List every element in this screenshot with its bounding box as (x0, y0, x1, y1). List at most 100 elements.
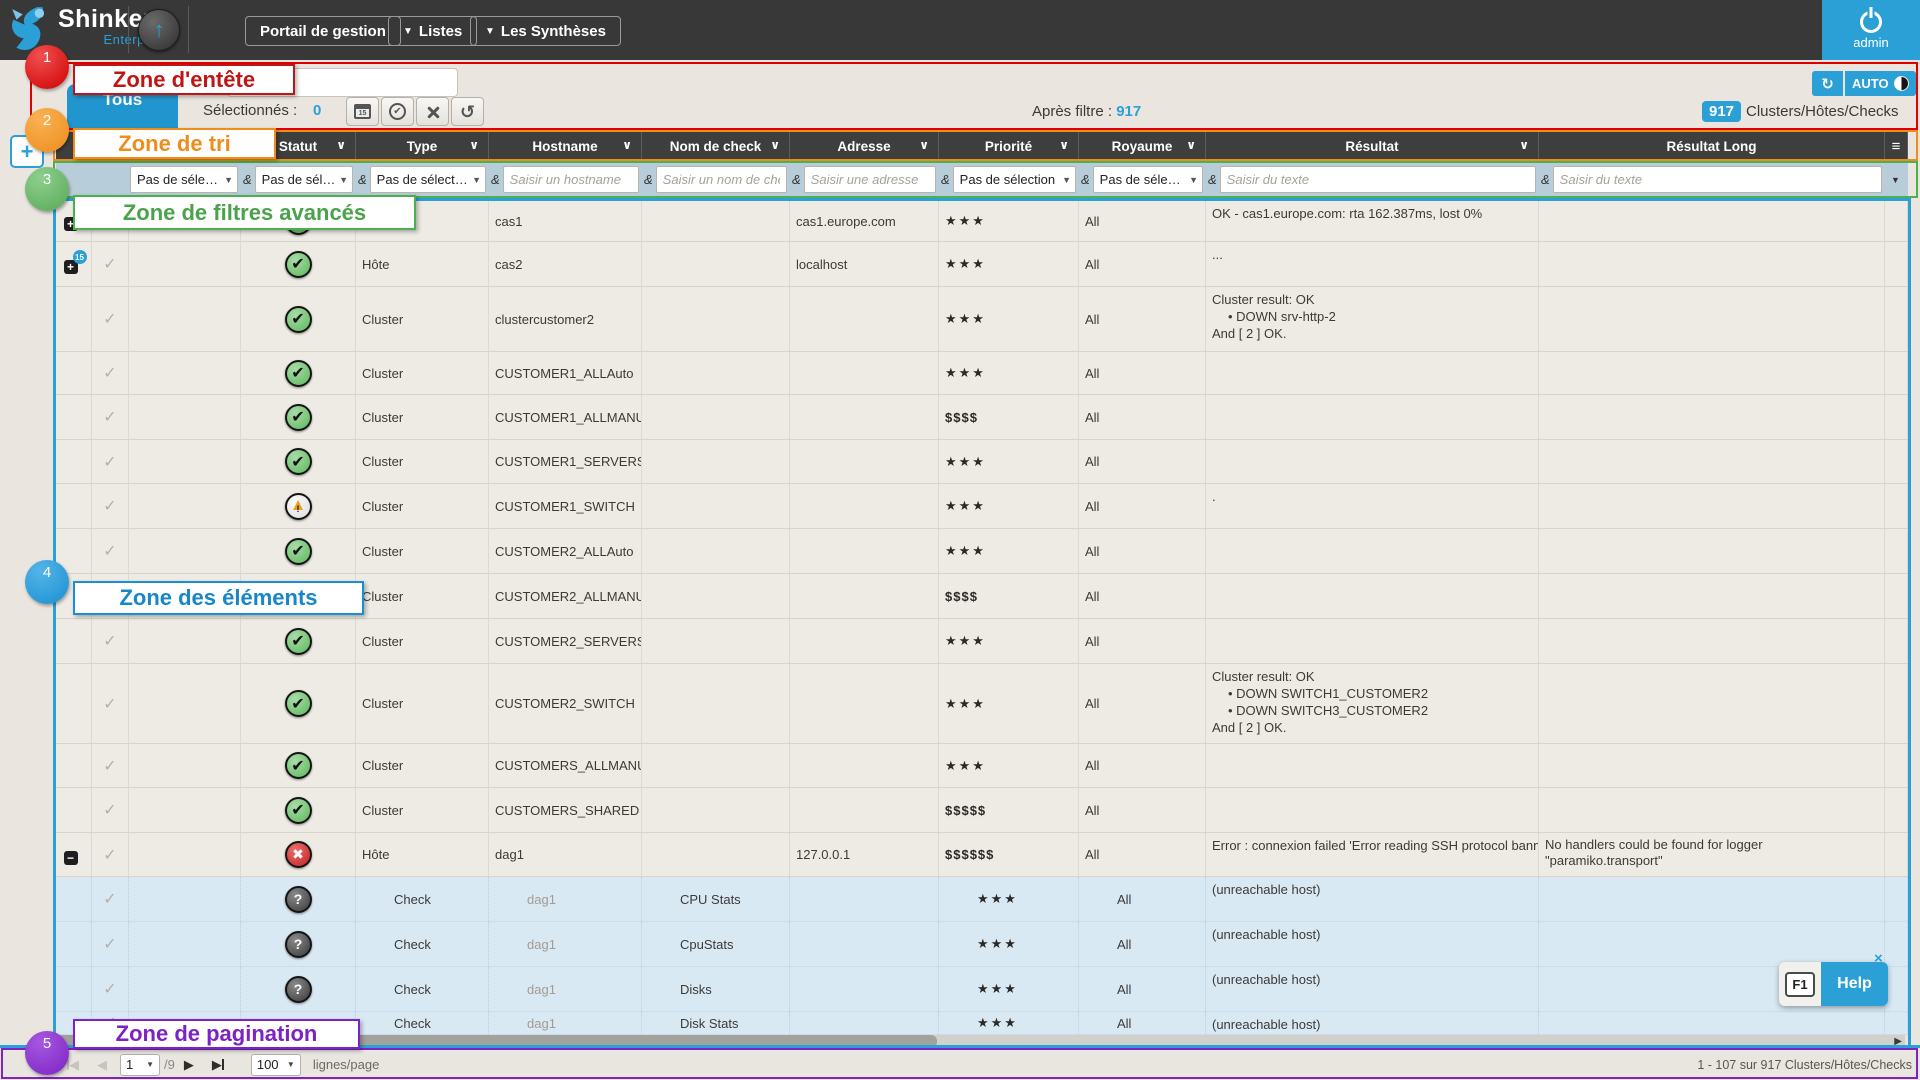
row-check-icon[interactable]: ✓ (103, 631, 116, 651)
help-close-icon[interactable]: × (1874, 950, 1883, 967)
row-check-icon[interactable]: ✓ (103, 496, 116, 516)
table-row[interactable]: ✓?Checkdag1CPU Stats★★★All(unreachable h… (56, 877, 1908, 922)
column-header-roy[interactable]: Royaume∨ (1079, 131, 1206, 161)
result-cell (1206, 395, 1539, 439)
filter-select-blank[interactable]: Pas de sélection▼ (130, 166, 238, 193)
row-check-icon[interactable]: ✓ (103, 979, 116, 999)
sort-chevron-icon[interactable]: ∨ (919, 138, 929, 152)
filter-input-check[interactable] (656, 166, 787, 193)
row-select-cell[interactable]: ✓ (92, 967, 129, 1011)
table-row[interactable]: ✓?Checkdag1Disks★★★All(unreachable host) (56, 967, 1908, 1012)
row-select-cell[interactable]: ✓ (92, 287, 129, 351)
table-row[interactable]: ✓✔Clusterclustercustomer2★★★AllCluster r… (56, 287, 1908, 352)
table-row[interactable]: ✓✔ClusterCUSTOMER2_SWITCH★★★AllCluster r… (56, 664, 1908, 744)
table-row[interactable]: ✓✔ClusterCUSTOMER1_ALLAuto★★★All (56, 352, 1908, 395)
sort-chevron-icon[interactable]: ∨ (1186, 138, 1196, 152)
nav-listes[interactable]: ▼ Listes (388, 16, 477, 46)
row-menu-cell (1885, 922, 1908, 966)
filter-scroll-icon[interactable]: ▼ (1891, 175, 1900, 185)
undo-button[interactable]: ↺ (451, 97, 484, 126)
filter-input-reslong[interactable] (1553, 166, 1882, 193)
table-row[interactable]: ✓✔ClusterCUSTOMER2_ALLAuto★★★All (56, 529, 1908, 574)
column-header-host[interactable]: Hostname∨ (489, 131, 642, 161)
sort-chevron-icon[interactable]: ∨ (1059, 138, 1069, 152)
first-page-button[interactable]: ◀ (67, 1057, 79, 1073)
table-row[interactable]: ✓✔ClusterCUSTOMER1_ALLMANU$$$$All (56, 395, 1908, 440)
row-select-cell[interactable]: ✓ (92, 484, 129, 528)
table-row[interactable]: ✓✔ClusterCUSTOMERS_SHARED$$$$$All (56, 788, 1908, 833)
row-select-cell[interactable]: ✓ (92, 529, 129, 573)
table-row[interactable]: ✓?Checkdag1CpuStats★★★All(unreachable ho… (56, 922, 1908, 967)
column-menu-button[interactable]: ≡ (1885, 131, 1908, 161)
help-widget[interactable]: F1 Help (1779, 962, 1888, 1006)
nav-les-syntheses[interactable]: ▼ Les Synthèses (470, 16, 621, 46)
refresh-button[interactable]: ↻ (1812, 71, 1843, 96)
auto-refresh-toggle[interactable]: AUTO (1845, 71, 1916, 96)
table-row[interactable]: +15✓✔Hôtecas2localhost★★★All... (56, 242, 1908, 287)
row-check-icon[interactable]: ✓ (103, 800, 116, 820)
row-check-icon[interactable]: ✓ (103, 452, 116, 472)
per-page-select[interactable]: 100 ▼ (251, 1054, 301, 1076)
column-header-adr[interactable]: Adresse∨ (790, 131, 939, 161)
filter-select-type[interactable]: Pas de sélection▼ (370, 166, 486, 193)
filter-select-statut[interactable]: Pas de sélection▼ (255, 166, 353, 193)
column-header-res[interactable]: Résultat∨ (1206, 131, 1539, 161)
column-header-prio[interactable]: Priorité∨ (939, 131, 1079, 161)
sort-chevron-icon[interactable]: ∨ (622, 138, 632, 152)
sort-chevron-icon[interactable]: ∨ (469, 138, 479, 152)
row-check-icon[interactable]: ✓ (103, 934, 116, 954)
row-check-icon[interactable]: ✓ (103, 889, 116, 909)
table-row[interactable]: −✓✖Hôtedag1127.0.0.1$$$$$$AllError : con… (56, 833, 1908, 877)
row-select-cell[interactable]: ✓ (92, 440, 129, 483)
sort-chevron-icon[interactable]: ∨ (336, 138, 346, 152)
row-select-cell[interactable]: ✓ (92, 395, 129, 439)
result-long-cell (1539, 529, 1885, 573)
row-check-icon[interactable]: ✓ (103, 845, 116, 865)
row-check-icon[interactable]: ✓ (103, 309, 116, 329)
sort-chevron-icon[interactable]: ∨ (1519, 138, 1529, 152)
row-check-icon[interactable]: ✓ (103, 694, 116, 714)
filter-select-roy[interactable]: Pas de sélection▼ (1093, 166, 1203, 193)
acknowledge-button[interactable]: ✔ (381, 97, 414, 126)
row-select-cell[interactable]: ✓ (92, 833, 129, 876)
row-check-icon[interactable]: ✓ (103, 363, 116, 383)
table-row[interactable]: ✓✔ClusterCUSTOMER1_SERVERS★★★All (56, 440, 1908, 484)
column-header-type[interactable]: Type∨ (356, 131, 489, 161)
row-select-cell[interactable]: ✓ (92, 619, 129, 663)
row-select-cell[interactable]: ✓ (92, 242, 129, 286)
table-row[interactable]: ✓▲!ClusterCUSTOMER1_SWITCH★★★All. (56, 484, 1908, 529)
column-header-reslong[interactable]: Résultat Long (1539, 131, 1885, 161)
column-header-check[interactable]: Nom de check∨ (642, 131, 790, 161)
row-realm: All (1085, 803, 1099, 818)
result-line: And [ 2 ] OK. (1212, 325, 1532, 342)
calendar-button[interactable]: 15 (346, 97, 379, 126)
row-select-cell[interactable]: ✓ (92, 352, 129, 394)
collapse-row-button[interactable]: − (64, 851, 78, 865)
row-select-cell[interactable]: ✓ (92, 788, 129, 832)
row-check-icon[interactable]: ✓ (103, 756, 116, 776)
filter-input-adr[interactable] (804, 166, 936, 193)
row-check-icon[interactable]: ✓ (103, 407, 116, 427)
result-long-cell (1539, 242, 1885, 286)
table-row[interactable]: ✓✔ClusterCUSTOMER2_SERVERS★★★All (56, 619, 1908, 664)
page-select[interactable]: 1 ▼ (120, 1054, 160, 1076)
filter-input-res[interactable] (1220, 166, 1536, 193)
nav-portail-de-gestion[interactable]: Portail de gestion (245, 16, 401, 46)
row-select-cell[interactable]: ✓ (92, 744, 129, 787)
admin-user-button[interactable]: admin (1822, 0, 1920, 60)
next-page-button[interactable]: ▶ (184, 1057, 194, 1073)
tools-button[interactable] (416, 97, 449, 126)
row-select-cell[interactable]: ✓ (92, 877, 129, 921)
last-page-button[interactable]: ▶ (212, 1057, 224, 1073)
filter-input-host[interactable] (503, 166, 639, 193)
row-select-cell[interactable]: ✓ (92, 922, 129, 966)
scroll-top-button[interactable]: ↑ (138, 9, 180, 51)
previous-page-button[interactable]: ◀ (97, 1057, 107, 1073)
result-cell: ... (1206, 242, 1539, 286)
table-row[interactable]: ✓✔ClusterCUSTOMERS_ALLMANU★★★All (56, 744, 1908, 788)
row-select-cell[interactable]: ✓ (92, 664, 129, 743)
row-check-icon[interactable]: ✓ (103, 541, 116, 561)
filter-select-prio[interactable]: Pas de sélection▼ (953, 166, 1076, 193)
row-check-icon[interactable]: ✓ (103, 254, 116, 274)
sort-chevron-icon[interactable]: ∨ (770, 138, 780, 152)
